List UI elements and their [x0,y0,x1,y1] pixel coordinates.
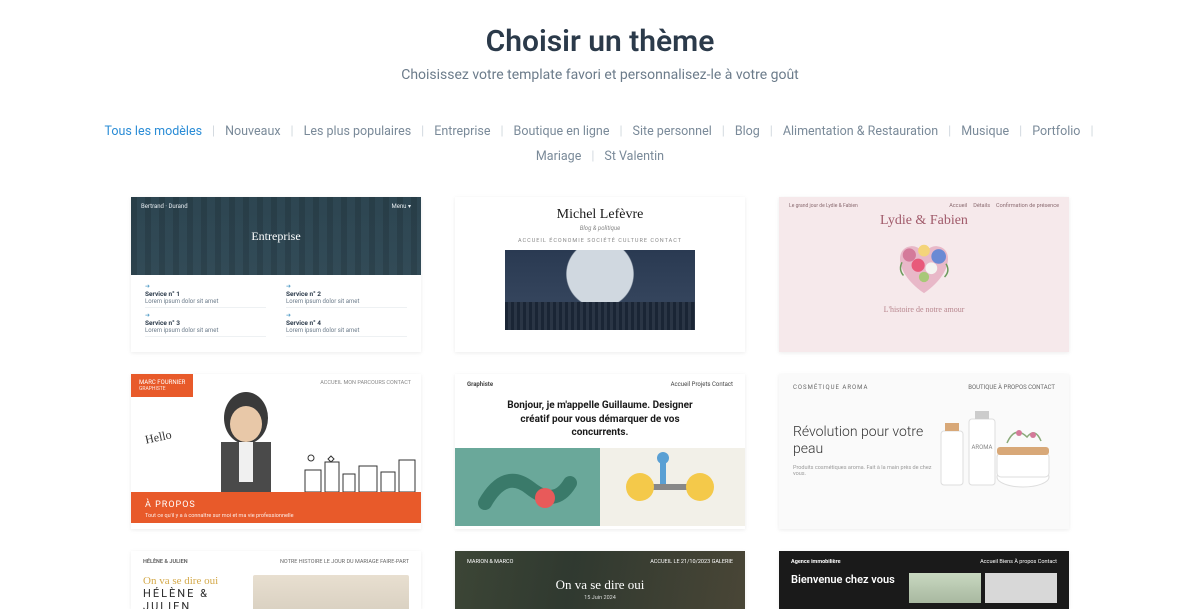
theme-card-graphiste[interactable]: Graphiste Accueil Projets Contact Bonjou… [455,374,745,529]
filter-separator: | [415,124,430,139]
thumb-date: 15 Juin 2024 [467,595,733,601]
thumb-footer: L'histoire de notre amour [789,305,1059,314]
hello-script: Hello [144,427,173,447]
filter-separator: | [206,124,221,139]
page-title: Choisir un thème [0,24,1200,59]
thumb-service-item: Service n° 4Lorem ipsum dolor sit amet [286,312,407,337]
thumb-names: HÉLÈNE & JULIEN [143,587,243,609]
filter-separator: | [494,124,509,139]
theme-card-helene-julien[interactable]: HÉLÈNE & JULIEN NOTRE HISTOIRE LE JOUR D… [131,551,421,609]
filter-portfolio[interactable]: Portfolio [1028,119,1084,144]
thumb-nav-item: Confirmation de présence [996,203,1059,209]
filter-st-valentin[interactable]: St Valentin [600,144,668,169]
thumb-nav-item: Détails [973,203,990,209]
thumb-service-item: Service n° 1Lorem ipsum dolor sit amet [145,283,266,308]
thumb-headline: Bonjour, je m'appelle Guillaume. Designe… [455,395,745,448]
thumb-nav: BOUTIQUE À PROPOS CONTACT [968,384,1055,391]
filter-separator: | [1013,124,1028,139]
thumb-footer-sub: Tout ce qu'il y a à connaître sur moi et… [145,513,407,519]
thumb-service-item: Service n° 3Lorem ipsum dolor sit amet [145,312,266,337]
thumb-hero-title: Entreprise [251,229,300,244]
city-doodle-icon [301,452,421,492]
thumb-brand: Graphiste [467,381,493,388]
thumb-title: Bienvenue chez vous [791,573,901,586]
thumb-hero-image [505,250,695,330]
filter-separator: | [285,124,300,139]
theme-card-marion-marco[interactable]: MARION & MARCO ACCUEIL LE 21/10/2023 GAL… [455,551,745,609]
thumb-image-row [909,573,1057,603]
thumb-subtitle: Blog & politique [455,225,745,232]
filter-alimentation-restauration[interactable]: Alimentation & Restauration [779,119,942,144]
thumb-script: On va se dire oui [143,575,243,587]
theme-card-lydie-fabien[interactable]: Le grand jour de Lydie & Fabien Accueil … [779,197,1069,352]
thumb-title: On va se dire oui [467,577,733,593]
filter-les-plus-populaires[interactable]: Les plus populaires [300,119,416,144]
filter-separator: | [613,124,628,139]
filter-site-personnel[interactable]: Site personnel [629,119,716,144]
filter-entreprise[interactable]: Entreprise [430,119,494,144]
thumb-title: Lydie & Fabien [789,213,1059,229]
filter-mariage[interactable]: Mariage [532,144,585,169]
thumb-brand: COSMÉTIQUE AROMA [793,384,868,391]
thumb-nav: NOTRE HISTOIRE LE JOUR DU MARIAGE FAIRE-… [280,559,409,565]
thumb-nav: Accueil Projets Contact [671,381,733,388]
filter-tous-les-mod-les[interactable]: Tous les modèles [101,119,207,144]
filter-separator: | [716,124,731,139]
badge-role: GRAPHISTE [139,386,185,392]
thumb-image-row [455,448,745,526]
theme-card-entreprise[interactable]: Bertrand · Durand Menu ▾ Entreprise Serv… [131,197,421,352]
thumb-service-item: Service n° 2Lorem ipsum dolor sit amet [286,283,407,308]
thumb-nav: Menu ▾ [391,203,411,210]
thumb-brand: MARION & MARCO [467,559,513,565]
thumb-nav: ACCUEIL LE 21/10/2023 GALERIE [650,559,733,565]
thumb-brand: Agence immobilière [791,559,841,565]
filter-blog[interactable]: Blog [731,119,764,144]
filter-separator: | [1084,124,1099,139]
thumb-badge: MARC FOURNIER GRAPHISTE [131,374,193,397]
theme-card-michel-lefevre[interactable]: Michel Lefèvre Blog & politique ACCUEIL … [455,197,745,352]
thumb-nav: ACCUEIL ÉCONOMIE SOCIÉTÉ CULTURE CONTACT [455,238,745,244]
floral-heart-icon [884,233,964,299]
svg-text:AROMA: AROMA [972,444,993,451]
filter-separator: | [942,124,957,139]
thumb-footer-title: À PROPOS [145,500,407,510]
filter-bar: Tous les modèles|Nouveaux|Les plus popul… [0,93,1200,187]
thumb-brand: Bertrand · Durand [141,203,188,210]
theme-card-marc-fournier[interactable]: MARC FOURNIER GRAPHISTE ACCUEIL MON PARC… [131,374,421,529]
thumb-nav-item: Accueil [949,203,967,209]
badge-name: MARC FOURNIER [139,379,185,386]
person-illustration [191,384,301,492]
products-illustration: AROMA [935,405,1055,495]
thumb-brand: HÉLÈNE & JULIEN [143,559,188,565]
filter-nouveaux[interactable]: Nouveaux [221,119,284,144]
thumb-nav: ACCUEIL MON PARCOURS CONTACT [320,380,411,386]
thumb-name: Michel Lefèvre [455,207,745,223]
filter-separator: | [764,124,779,139]
theme-card-agence-immobiliere[interactable]: Agence immobilière Accueil Biens À propo… [779,551,1069,609]
theme-card-cosmetique-aroma[interactable]: COSMÉTIQUE AROMA BOUTIQUE À PROPOS CONTA… [779,374,1069,529]
page-subtitle: Choisissez votre template favori et pers… [0,67,1200,83]
thumb-tagline: Le grand jour de Lydie & Fabien [789,203,858,209]
thumb-sub: Produits cosmétiques aroma. Fait à la ma… [793,465,935,477]
filter-boutique-en-ligne[interactable]: Boutique en ligne [510,119,614,144]
filter-musique[interactable]: Musique [957,119,1013,144]
thumb-nav: Accueil Biens À propos Contact [980,559,1057,565]
filter-separator: | [585,149,600,164]
page-header: Choisir un thème Choisissez votre templa… [0,0,1200,93]
thumb-headline: Révolution pour votre peau [793,424,935,459]
theme-grid: Bertrand · Durand Menu ▾ Entreprise Serv… [0,187,1200,609]
